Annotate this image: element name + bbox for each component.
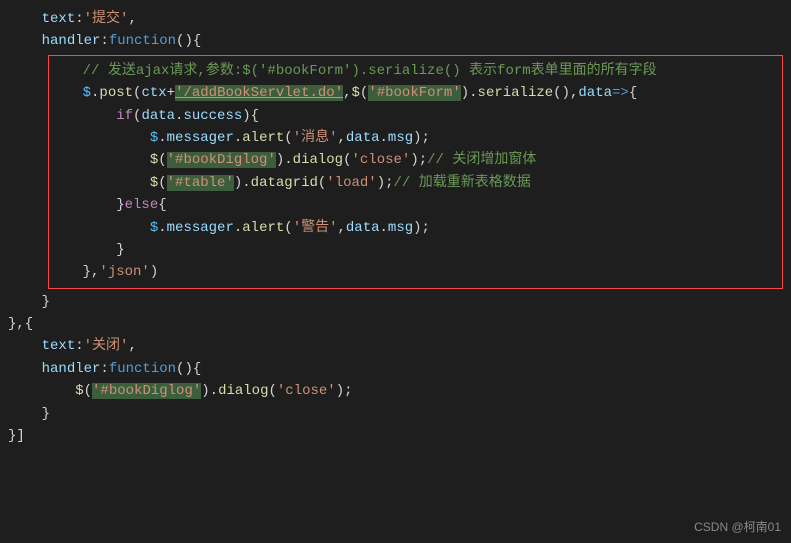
- code-line: $('#bookDiglog').dialog('close');: [0, 380, 791, 402]
- code-line: $.post(ctx+'/addBookServlet.do',$('#book…: [49, 82, 782, 104]
- code-line: // 发送ajax请求,参数:$('#bookForm').serialize(…: [49, 60, 782, 82]
- code-line: }: [0, 291, 791, 313]
- code-line: }: [0, 403, 791, 425]
- code-line: $.messager.alert('警告',data.msg);: [49, 217, 782, 239]
- code-line: $('#table').datagrid('load');// 加载重新表格数据: [49, 172, 782, 194]
- code-line: }]: [0, 425, 791, 447]
- code-line: text:'关闭',: [0, 335, 791, 357]
- code-line: handler:function(){: [0, 30, 791, 52]
- watermark: CSDN @柯南01: [694, 518, 781, 537]
- highlighted-code-block: // 发送ajax请求,参数:$('#bookForm').serialize(…: [48, 55, 783, 289]
- code-line: if(data.success){: [49, 105, 782, 127]
- code-line: $.messager.alert('消息',data.msg);: [49, 127, 782, 149]
- code-line: },'json'): [49, 261, 782, 283]
- code-line: $('#bookDiglog').dialog('close');// 关闭增加…: [49, 149, 782, 171]
- code-line: },{: [0, 313, 791, 335]
- code-line: }else{: [49, 194, 782, 216]
- code-line: text:'提交',: [0, 8, 791, 30]
- code-line: }: [49, 239, 782, 261]
- code-line: handler:function(){: [0, 358, 791, 380]
